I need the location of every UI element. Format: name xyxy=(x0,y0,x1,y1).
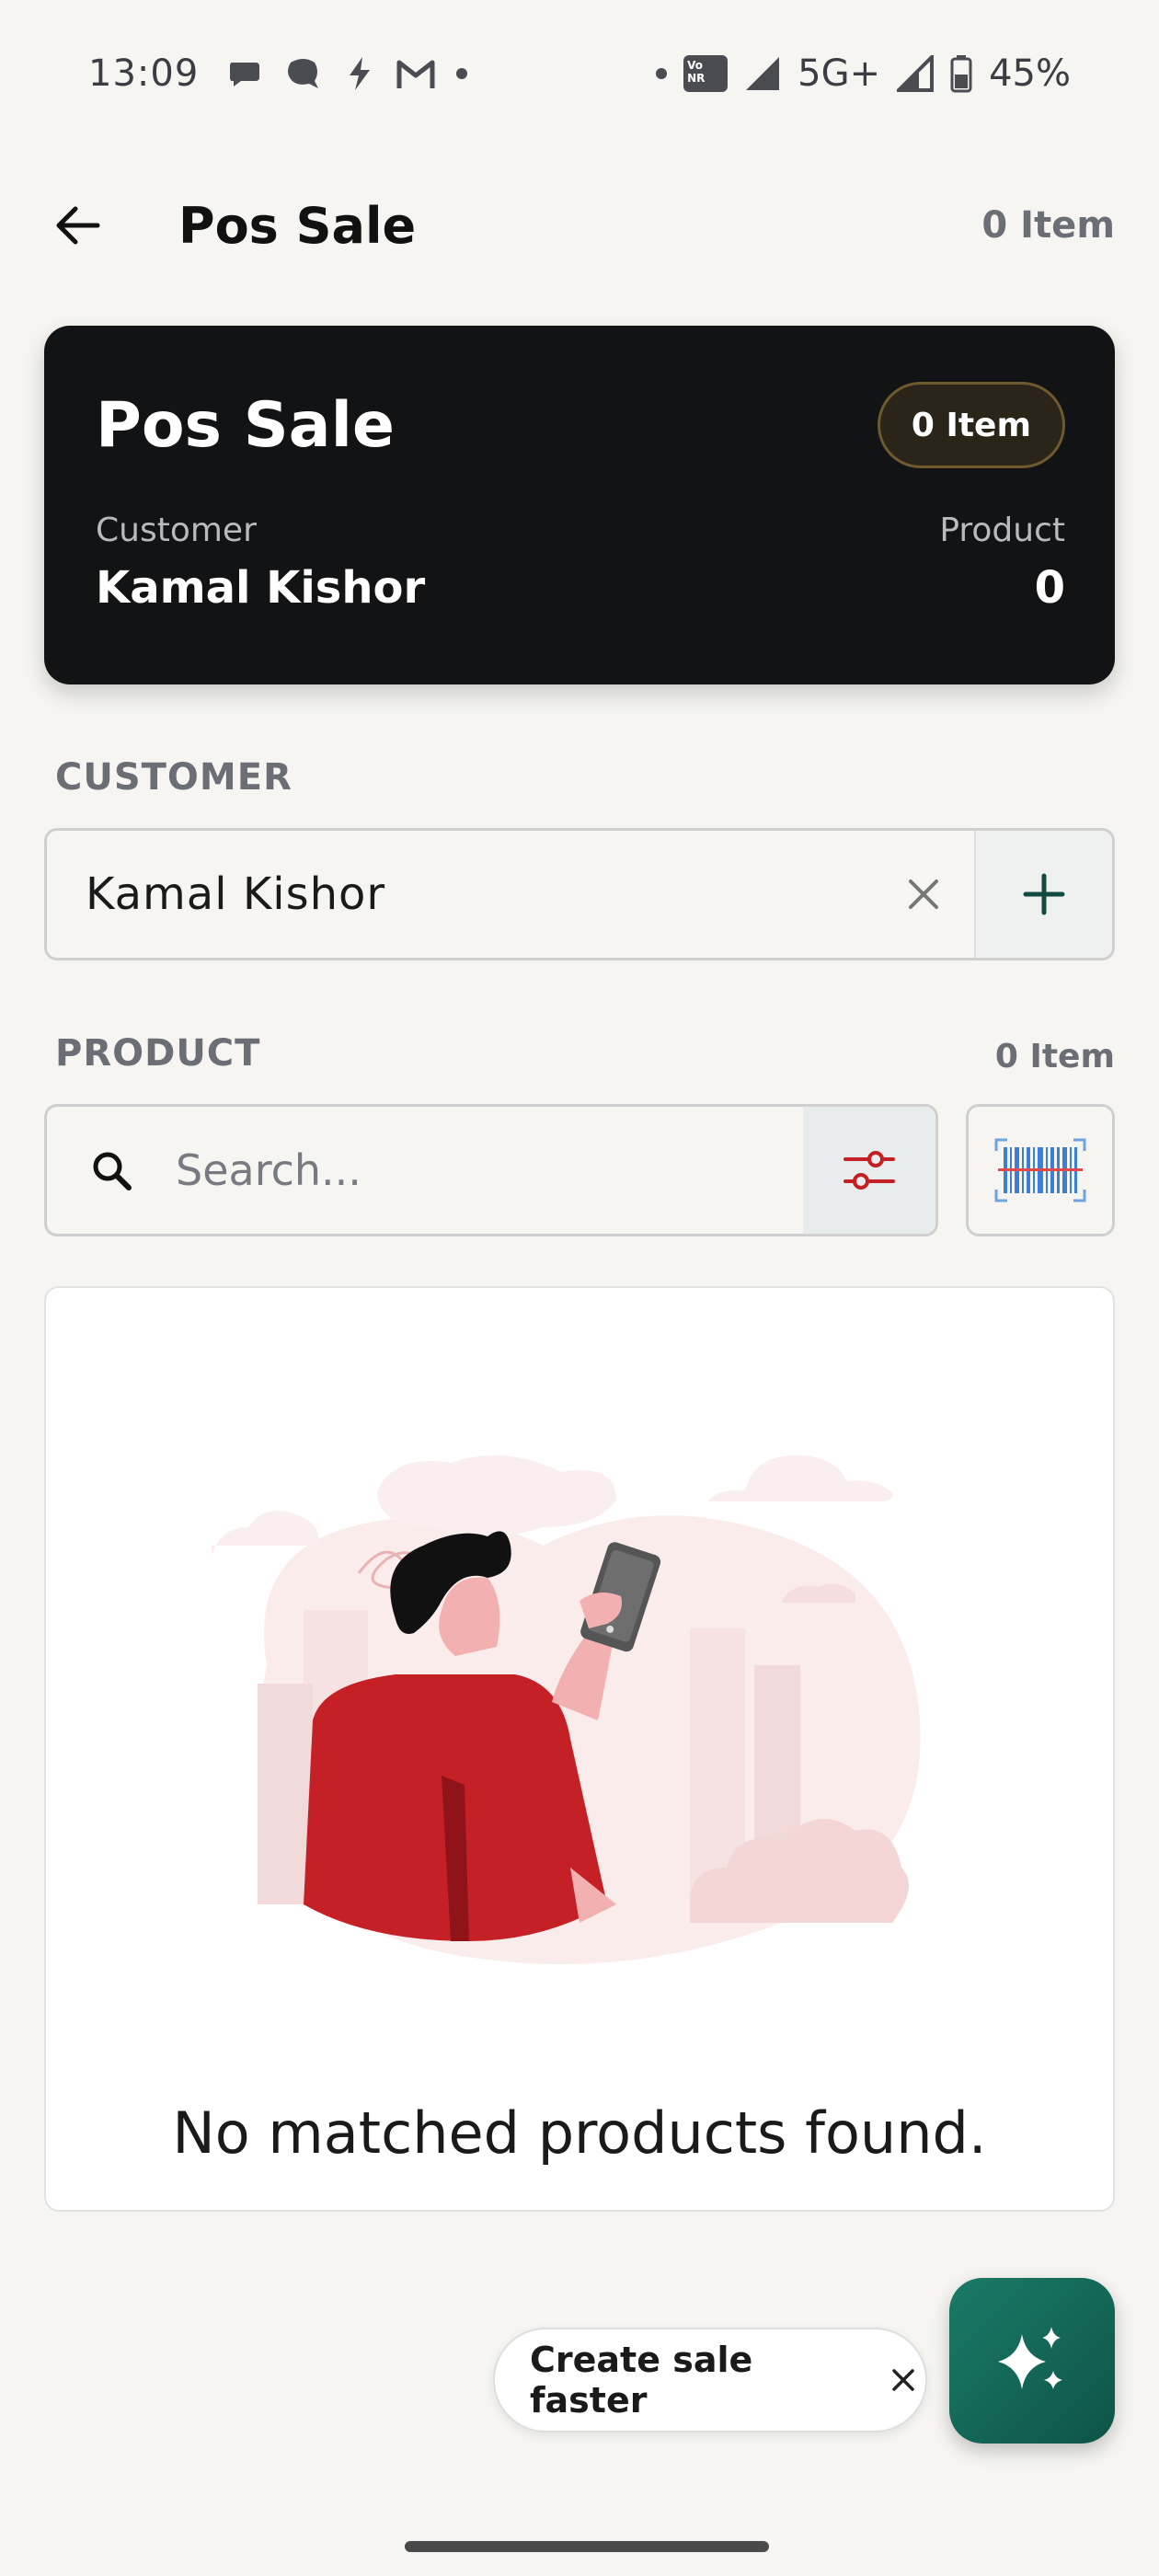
sliders-icon xyxy=(843,1151,895,1190)
home-indicator[interactable] xyxy=(405,2541,769,2552)
product-search-field[interactable] xyxy=(44,1104,938,1236)
ai-assist-fab[interactable] xyxy=(949,2278,1115,2444)
volte-icon: Vo NR xyxy=(683,55,729,92)
empty-state-message: No matched products found. xyxy=(172,2099,987,2167)
status-bar: 13:09 Vo NR 5G+ 45% xyxy=(0,0,1159,147)
app-bar: Pos Sale 0 Item xyxy=(0,175,1159,276)
network-type: 5G+ xyxy=(798,52,881,95)
system-icons: Vo NR 5G+ 45% xyxy=(656,52,1071,95)
customer-section-label: CUSTOMER xyxy=(55,756,293,799)
selected-customer[interactable]: Kamal Kishor xyxy=(47,868,873,920)
summary-title: Pos Sale xyxy=(96,388,395,462)
search-icon-wrapper xyxy=(47,1148,176,1192)
clear-customer-button[interactable] xyxy=(873,831,974,958)
plus-icon xyxy=(1023,873,1065,915)
signal-icon-2 xyxy=(897,55,935,92)
barcode-scan-icon xyxy=(994,1138,1086,1202)
empty-state-card: No matched products found. xyxy=(44,1286,1115,2212)
status-time: 13:09 xyxy=(88,52,200,95)
close-icon xyxy=(892,2369,915,2391)
product-section-label: PRODUCT xyxy=(55,1032,261,1075)
item-count-badge: 0 Item xyxy=(877,382,1065,468)
summary-product-value: 0 xyxy=(1034,562,1065,614)
back-button[interactable] xyxy=(44,192,110,259)
add-customer-button[interactable] xyxy=(974,831,1112,958)
filter-button[interactable] xyxy=(803,1107,935,1234)
sparkle-icon xyxy=(998,2327,1062,2389)
create-sale-faster-chip[interactable]: Create sale faster xyxy=(493,2328,927,2432)
battery-percent: 45% xyxy=(989,52,1071,95)
signal-icon xyxy=(744,55,781,92)
notification-icons xyxy=(226,53,468,94)
barcode-scan-button[interactable] xyxy=(966,1104,1115,1236)
search-icon xyxy=(93,1152,132,1190)
chat-bubble-icon xyxy=(226,55,263,92)
close-icon xyxy=(909,880,938,909)
summary-customer-value: Kamal Kishor xyxy=(96,562,426,614)
chat-app-icon xyxy=(283,53,324,94)
customer-selector[interactable]: Kamal Kishor xyxy=(44,828,1115,960)
more-notifications-dot-icon xyxy=(456,68,468,79)
page-title: Pos Sale xyxy=(178,196,417,255)
gmail-icon xyxy=(396,57,436,90)
header-item-count: 0 Item xyxy=(981,204,1115,247)
sale-summary-card: Pos Sale 0 Item Customer Kamal Kishor Pr… xyxy=(44,326,1115,684)
arrow-left-icon xyxy=(56,206,100,245)
bolt-icon xyxy=(344,55,375,92)
product-search-input[interactable] xyxy=(176,1107,803,1234)
chip-label: Create sale faster xyxy=(530,2340,753,2421)
product-item-count: 0 Item xyxy=(994,1038,1115,1075)
dismiss-chip-button[interactable] xyxy=(882,2357,925,2403)
summary-customer-label: Customer xyxy=(96,512,257,549)
indicator-dot-icon xyxy=(656,68,668,79)
person-with-phone-illustration xyxy=(212,1455,921,1964)
battery-icon xyxy=(950,54,972,93)
summary-product-label: Product xyxy=(939,512,1065,549)
